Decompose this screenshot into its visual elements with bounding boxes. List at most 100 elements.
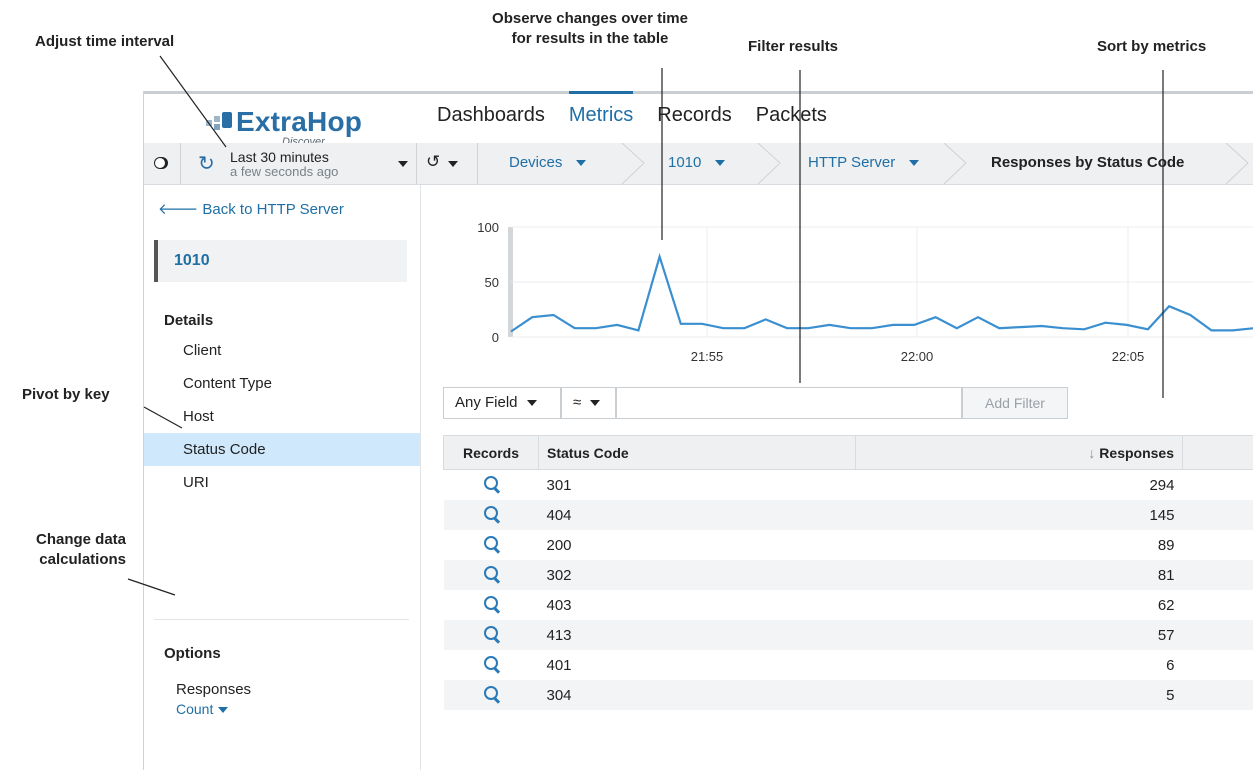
breadcrumb-device-label: 1010 [668,154,702,171]
calculation-dropdown[interactable]: Count [176,701,229,717]
annotation-filter: Filter results [748,38,839,55]
chevron-down-icon [715,160,726,167]
back-link-label: Back to HTTP Server [202,201,344,218]
chart-y-tick-label: 50 [485,275,499,290]
spacer-cell [1183,530,1253,560]
filter-operator-select[interactable]: ≈ [561,387,616,419]
status-code-cell: 404 [538,500,856,530]
status-code-cell: 302 [538,560,856,590]
search-icon[interactable] [484,506,498,520]
main-panel: 0 50 100 21:55 22:00 22:05 Any Field ≈ Add Fi… [421,185,1253,770]
details-title: Details [164,312,214,329]
records-cell[interactable] [444,530,539,560]
responses-cell: 62 [1157,596,1175,614]
breadcrumb-devices-label: Devices [509,154,563,171]
sidebar-item-content-type[interactable]: Content Type [144,367,420,400]
records-cell[interactable] [444,650,539,680]
chevron-down-icon [590,400,601,407]
chevron-down-icon [909,160,920,167]
line-chart[interactable]: 0 50 100 21:55 22:00 22:05 [421,185,1253,365]
search-icon[interactable] [484,566,498,580]
spacer-cell [1183,650,1253,680]
search-icon[interactable] [484,476,498,490]
column-header-responses-label: Responses [1099,444,1174,461]
column-header-spacer [1182,435,1253,470]
search-icon[interactable] [484,536,498,550]
responses-cell: 6 [1166,656,1175,674]
filter-field-select[interactable]: Any Field [443,387,561,419]
sidebar-item-host[interactable]: Host [144,400,420,433]
back-link[interactable]: 🡐 Back to HTTP Server [158,199,344,218]
status-code-cell: 403 [546,596,572,614]
spacer-cell [1182,500,1253,530]
chart-x-tick-label: 22:05 [1112,349,1145,364]
spacer-cell [1182,680,1253,710]
annotation-sort: Sort by metrics [1097,38,1207,55]
chart-x-tick-label: 22:00 [901,349,934,364]
sidebar-item-client[interactable]: Client [144,334,420,367]
chart-x-tick-label: 21:55 [691,349,724,364]
search-icon[interactable] [484,626,498,640]
spacer-cell [1183,590,1253,620]
spacer-cell [1182,620,1253,650]
table-row: 403 62 [444,590,1253,620]
table-row: 413 57 [443,620,1253,650]
results-table: Records Status Code ↓ Responses 301 294 40… [443,435,1253,710]
nav-packets[interactable]: Packets [756,94,827,146]
spacer-cell [1183,470,1253,501]
status-code-cell: 200 [546,536,572,554]
sidebar-item-status-code[interactable]: Status Code [144,433,420,466]
options-title: Options [164,645,221,662]
breadcrumb-http-server[interactable]: HTTP Server [808,154,920,171]
filter-value-input[interactable] [616,387,962,419]
records-cell[interactable] [443,680,539,710]
responses-cell: 294 [1149,476,1175,494]
add-filter-button[interactable]: Add Filter [962,387,1068,419]
nav-records[interactable]: Records [657,94,731,146]
table-row: 304 5 [443,680,1253,710]
responses-cell: 81 [855,560,1183,590]
column-header-status-code[interactable]: Status Code [538,435,856,470]
logo-text: ExtraHop [236,106,363,137]
records-cell[interactable] [444,590,539,620]
annotation-change-line1: Change data [36,531,127,548]
search-icon[interactable] [484,656,498,670]
responses-cell: 89 [1157,536,1175,554]
annotation-observe-line1: Observe changes over time [492,10,688,27]
filter-field-label: Any Field [455,394,518,411]
nav-dashboards[interactable]: Dashboards [437,94,545,146]
column-header-records[interactable]: Records [443,435,539,470]
chart-y-tick-label: 100 [477,220,499,235]
annotation-observe: Observe changes over time for results in… [410,9,770,49]
device-box: 1010 [154,240,407,282]
divider [154,619,409,620]
table-row: 404 145 [443,500,1253,530]
main-nav: Dashboards Metrics Records Packets [437,91,851,146]
chevron-down-icon [576,160,587,167]
annotation-observe-line2: for results in the table [511,30,669,47]
sidebar-item-uri[interactable]: URI [144,466,420,499]
chevron-down-icon [526,400,537,407]
search-icon[interactable] [484,596,498,610]
records-cell[interactable] [443,620,539,650]
status-code-cell: 304 [538,680,856,710]
filter-operator-label: ≈ [573,394,582,411]
table-row: 200 89 [444,530,1253,560]
chart-series-line [510,252,1253,333]
table-row: 301 294 [444,470,1253,501]
annotation-change-line2: calculations [39,551,126,568]
column-header-responses[interactable]: ↓ Responses [855,435,1183,470]
records-cell[interactable] [443,560,539,590]
records-cell[interactable] [443,500,539,530]
chart-y-tick-label: 0 [492,330,499,345]
chevron-down-icon [218,707,229,714]
records-cell[interactable] [444,470,539,501]
breadcrumb-devices[interactable]: Devices [509,154,587,171]
search-icon[interactable] [484,686,498,700]
responses-cell: 145 [855,500,1183,530]
annotation-adjust-time: Adjust time interval [35,33,175,50]
breadcrumb-device[interactable]: 1010 [668,154,726,171]
nav-metrics[interactable]: Metrics [568,91,634,146]
device-name: 1010 [174,252,210,269]
sidebar: 🡐 Back to HTTP Server 1010 Details Clien… [144,185,421,770]
